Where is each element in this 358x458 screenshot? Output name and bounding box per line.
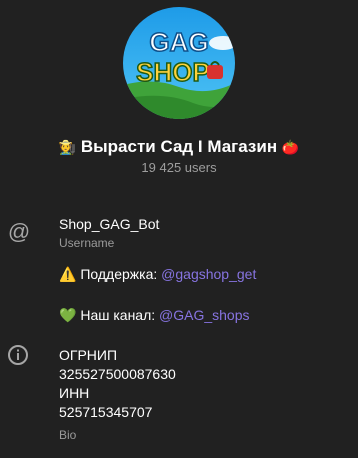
shop-bag-icon bbox=[207, 65, 223, 79]
support-label: Поддержка: bbox=[80, 266, 158, 282]
gag-shop-logo: GAG SHOP bbox=[123, 7, 235, 119]
channel-title-text: Вырасти Сад I Магазин bbox=[80, 137, 278, 156]
tomato-emoji-icon: 🍅 bbox=[281, 139, 300, 155]
info-icon bbox=[7, 344, 29, 366]
bio-line-3: ИНН bbox=[59, 385, 90, 401]
logo-text-top: GAG bbox=[149, 27, 208, 57]
channel-label: Наш канал: bbox=[80, 307, 156, 323]
channel-title: 🧑‍🌾 Вырасти Сад I Магазин 🍅 bbox=[0, 137, 358, 157]
username-value[interactable]: Shop_GAG_Bot bbox=[59, 215, 159, 233]
green-heart-icon: 💚 bbox=[59, 307, 77, 323]
channel-line: 💚 Наш канал: @GAG_shops bbox=[59, 306, 250, 324]
bio-line-4: 525715345707 bbox=[59, 404, 153, 420]
support-line: ⚠️ Поддержка: @gagshop_get bbox=[59, 265, 256, 283]
bio-line-1: ОГРНИП bbox=[59, 347, 118, 363]
support-link[interactable]: @gagshop_get bbox=[161, 266, 256, 282]
bio-caption: Bio bbox=[59, 428, 77, 442]
warning-icon: ⚠️ bbox=[59, 266, 77, 282]
member-count: 19 425 users bbox=[141, 160, 217, 175]
username-caption: Username bbox=[59, 236, 115, 250]
logo-text-bottom: SHOP bbox=[136, 57, 210, 87]
bio-line-2: 325527500087630 bbox=[59, 366, 176, 382]
channel-link[interactable]: @GAG_shops bbox=[159, 307, 249, 323]
channel-avatar[interactable]: GAG SHOP bbox=[123, 7, 235, 119]
farmer-emoji-icon: 🧑‍🌾 bbox=[58, 139, 77, 155]
at-sign-icon: @ bbox=[7, 219, 31, 244]
